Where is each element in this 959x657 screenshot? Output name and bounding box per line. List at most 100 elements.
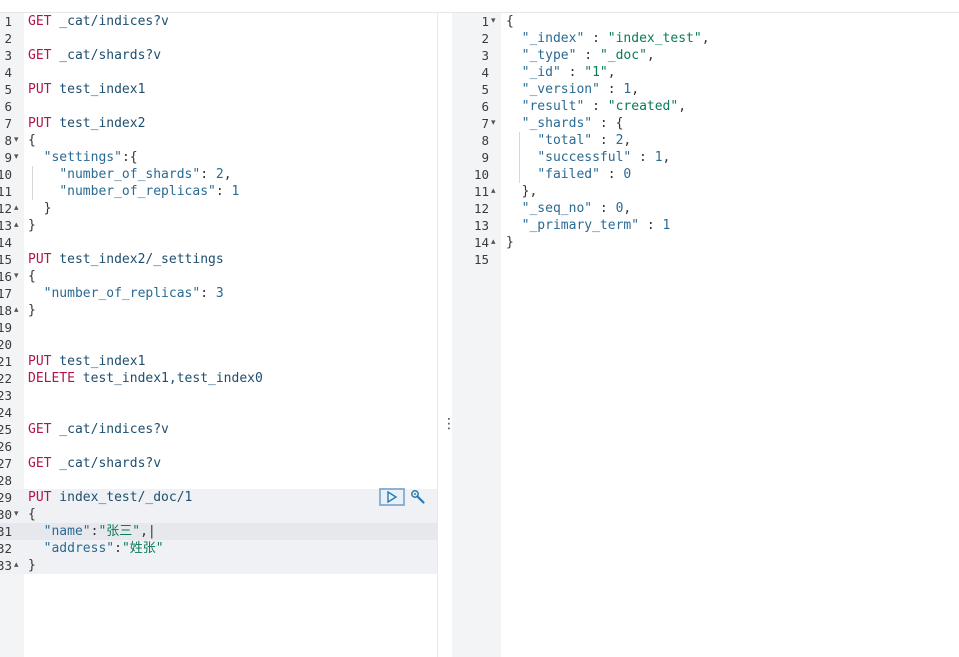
code-token: : bbox=[215, 184, 232, 199]
fold-caret-up-icon[interactable]: ▴ bbox=[14, 200, 19, 217]
request-line[interactable]: 5 PUT test_index1 bbox=[0, 81, 437, 98]
request-line[interactable]: 4 bbox=[0, 64, 437, 81]
fold-caret-up-icon[interactable]: ▴ bbox=[491, 234, 496, 251]
settings-wrench-button[interactable] bbox=[409, 488, 427, 506]
request-line[interactable]: 10 "number_of_shards": 2, bbox=[0, 166, 437, 183]
request-line[interactable]: 25 GET _cat/indices?v bbox=[0, 421, 437, 438]
request-line[interactable]: 23 bbox=[0, 387, 437, 404]
response-line[interactable]: 15 bbox=[452, 251, 959, 268]
response-line[interactable]: 11 ▴ }, bbox=[452, 183, 959, 200]
request-line[interactable]: 14 bbox=[0, 234, 437, 251]
response-line[interactable]: 9 "successful" : 1, bbox=[452, 149, 959, 166]
request-line[interactable]: 11 "number_of_replicas": 1 bbox=[0, 183, 437, 200]
line-number: 21 bbox=[0, 354, 12, 369]
response-line[interactable]: 3 "_type" : "_doc", bbox=[452, 47, 959, 64]
fold-caret-up-icon[interactable]: ▴ bbox=[14, 557, 19, 574]
code-text: "result" : "created", bbox=[506, 98, 686, 115]
request-line[interactable]: 26 bbox=[0, 438, 437, 455]
line-number: 9 bbox=[4, 150, 12, 165]
code-token: { bbox=[506, 14, 514, 29]
request-line[interactable]: 29 PUT index_test/_doc/1 bbox=[0, 489, 437, 506]
line-number: 5 bbox=[481, 82, 489, 97]
fold-caret-up-icon[interactable]: ▴ bbox=[491, 183, 496, 200]
fold-caret-down-icon[interactable]: ▾ bbox=[14, 132, 19, 149]
request-line[interactable]: 24 bbox=[0, 404, 437, 421]
run-request-button[interactable] bbox=[379, 488, 405, 506]
line-number: 28 bbox=[0, 473, 12, 488]
response-line[interactable]: 8 "total" : 2, bbox=[452, 132, 959, 149]
response-lines: 1 ▾{2 "_index" : "index_test", 3 "_type" :… bbox=[452, 13, 959, 268]
request-line[interactable]: 32 "address":"姓张" bbox=[0, 540, 437, 557]
line-number: 19 bbox=[0, 320, 12, 335]
fold-caret-down-icon[interactable]: ▾ bbox=[491, 115, 496, 132]
line-number: 3 bbox=[4, 48, 12, 63]
code-token: { bbox=[28, 269, 36, 284]
request-line[interactable]: 18 ▴} bbox=[0, 302, 437, 319]
fold-caret-down-icon[interactable]: ▾ bbox=[14, 149, 19, 166]
response-line[interactable]: 13 "_primary_term" : 1 bbox=[452, 217, 959, 234]
request-line[interactable]: 22 DELETE test_index1,test_index0 bbox=[0, 370, 437, 387]
response-line[interactable]: 5 "_version" : 1, bbox=[452, 81, 959, 98]
response-line[interactable]: 4 "_id" : "1", bbox=[452, 64, 959, 81]
response-viewer[interactable]: 1 ▾{2 "_index" : "index_test", 3 "_type" :… bbox=[452, 13, 959, 657]
request-line[interactable]: 17 "number_of_replicas": 3 bbox=[0, 285, 437, 302]
response-line[interactable]: 2 "_index" : "index_test", bbox=[452, 30, 959, 47]
code-token: : bbox=[592, 133, 616, 148]
response-line[interactable]: 12 "_seq_no" : 0, bbox=[452, 200, 959, 217]
request-line[interactable]: 8 ▾ { bbox=[0, 132, 437, 149]
request-line[interactable]: 2 bbox=[0, 30, 437, 47]
code-token: GET bbox=[28, 456, 52, 471]
code-text: } bbox=[506, 234, 514, 251]
line-number: 4 bbox=[4, 65, 12, 80]
request-lines: 1 GET _cat/indices?v 2 3 GET _cat/shards?v 4 5… bbox=[0, 13, 437, 574]
request-line[interactable]: 20 bbox=[0, 336, 437, 353]
request-line[interactable]: 3 GET _cat/shards?v bbox=[0, 47, 437, 64]
request-line[interactable]: 27 GET _cat/shards?v bbox=[0, 455, 437, 472]
request-editor[interactable]: 1 GET _cat/indices?v 2 3 GET _cat/shards?v 4 5… bbox=[0, 13, 437, 657]
line-number: 29 bbox=[0, 490, 12, 505]
code-token: test_index1 bbox=[51, 354, 146, 369]
request-line[interactable]: 13 ▴} bbox=[0, 217, 437, 234]
request-line[interactable]: 19 bbox=[0, 319, 437, 336]
request-line[interactable]: 1 GET _cat/indices?v bbox=[0, 13, 437, 30]
request-line[interactable]: 12 ▴ } bbox=[0, 200, 437, 217]
fold-caret-up-icon[interactable]: ▴ bbox=[14, 302, 19, 319]
request-line[interactable]: 21 PUT test_index1 bbox=[0, 353, 437, 370]
code-text: "_version" : 1, bbox=[506, 81, 639, 98]
response-line[interactable]: 7 ▾ "_shards" : { bbox=[452, 115, 959, 132]
line-number: 2 bbox=[4, 31, 12, 46]
request-line[interactable]: 6 bbox=[0, 98, 437, 115]
fold-caret-up-icon[interactable]: ▴ bbox=[14, 217, 19, 234]
response-line[interactable]: 14 ▴} bbox=[452, 234, 959, 251]
request-line[interactable]: 7 PUT test_index2 bbox=[0, 115, 437, 132]
request-line[interactable]: 33 ▴} bbox=[0, 557, 437, 574]
fold-caret-down-icon[interactable]: ▾ bbox=[14, 268, 19, 285]
request-line[interactable]: 30 ▾ { bbox=[0, 506, 437, 523]
code-token: , bbox=[646, 48, 655, 63]
response-line[interactable]: 1 ▾ { bbox=[452, 13, 959, 30]
code-text: GET _cat/indices?v bbox=[28, 421, 169, 438]
line-number: 8 bbox=[4, 133, 12, 148]
code-token: test_index2 bbox=[51, 116, 146, 131]
line-number: 22 bbox=[0, 371, 12, 386]
request-line[interactable]: 28 bbox=[0, 472, 437, 489]
code-text: DELETE test_index1,test_index0 bbox=[28, 370, 263, 387]
fold-caret-down-icon[interactable]: ▾ bbox=[14, 506, 19, 523]
pane-resizer[interactable]: ⋮ bbox=[437, 13, 456, 657]
request-line[interactable]: 15 PUT test_index2/_settings bbox=[0, 251, 437, 268]
request-line[interactable]: 31 "name":"张三",| bbox=[0, 523, 437, 540]
code-token: test_index1,test_index0 bbox=[74, 371, 263, 386]
code-token: "_doc" bbox=[599, 48, 647, 63]
fold-caret-down-icon[interactable]: ▾ bbox=[491, 13, 496, 30]
code-token: "1" bbox=[584, 65, 608, 80]
request-line[interactable]: 9 ▾ "settings":{ bbox=[0, 149, 437, 166]
request-line[interactable]: 16 ▾ { bbox=[0, 268, 437, 285]
response-line[interactable]: 10 "failed" : 0 bbox=[452, 166, 959, 183]
response-line[interactable]: 6 "result" : "created", bbox=[452, 98, 959, 115]
